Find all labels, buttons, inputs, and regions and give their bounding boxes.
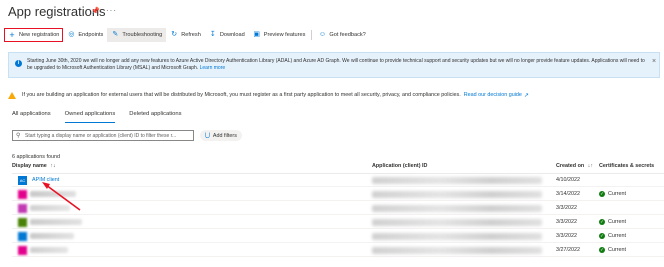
endpoints-button[interactable]: ◎ Endpoints (63, 28, 107, 42)
cert-status-label: Current (608, 191, 626, 197)
plus-icon: + (9, 30, 15, 40)
cert-status-label: Current (608, 247, 626, 253)
app-tabs: All applications Owned applications Dele… (12, 111, 195, 123)
troubleshooting-label: Troubleshooting (122, 32, 163, 38)
search-icon: ⚲ (16, 133, 21, 139)
preview-features-label: Preview features (263, 32, 306, 38)
learn-more-link[interactable]: Learn more (200, 65, 226, 71)
preview-features-button[interactable]: ▣ Preview features (249, 28, 310, 42)
endpoints-label: Endpoints (78, 32, 104, 38)
column-header-created-on[interactable]: Created on ↓↑ (556, 163, 593, 169)
cert-status-label: Current (608, 233, 626, 239)
pin-icon[interactable]: 📌 (91, 8, 100, 16)
cert-status: ✓ Current (599, 247, 626, 253)
refresh-label: Refresh (181, 32, 201, 38)
table-row[interactable]: AC APIM client 4/10/2022 (12, 174, 664, 187)
troubleshooting-button[interactable]: ✎ Troubleshooting (107, 28, 167, 42)
sort-icon: ↑↓ (50, 163, 56, 169)
column-label-created-on: Created on (556, 163, 585, 169)
download-icon: ↧ (209, 31, 216, 38)
download-label: Download (219, 32, 245, 38)
new-registration-button[interactable]: + New registration (4, 28, 64, 42)
redacted-app-id (372, 233, 542, 240)
external-link-icon: ↗ (523, 92, 529, 99)
created-date: 3/3/2022 (556, 219, 577, 225)
redacted-app-id (372, 219, 542, 226)
column-header-certificates: Certificates & secrets (599, 163, 655, 169)
close-icon[interactable]: × (652, 58, 656, 65)
avatar (18, 190, 27, 199)
info-banner-text: Starting June 30th, 2020 we will no long… (27, 58, 647, 72)
refresh-button[interactable]: ↻ Refresh (166, 28, 205, 42)
info-banner: i Starting June 30th, 2020 we will no lo… (8, 52, 660, 78)
check-icon: ✓ (599, 219, 605, 225)
table-row[interactable]: 3/3/2022 ✓ Current (12, 216, 664, 229)
tab-all-applications[interactable]: All applications (12, 111, 51, 123)
new-registration-label: New registration (19, 32, 60, 38)
check-icon: ✓ (599, 247, 605, 253)
wrench-icon: ✎ (112, 31, 119, 38)
add-filter-icon: ⋃ (205, 133, 210, 139)
cert-status: ✓ Current (599, 233, 626, 239)
add-filters-label: Add filters (212, 132, 237, 139)
column-header-display-name[interactable]: Display name ↑↓ (12, 163, 56, 169)
created-date: 3/14/2022 (556, 191, 580, 197)
got-feedback-button[interactable]: ☺ Got feedback? (314, 28, 369, 42)
redacted-app-name (30, 219, 82, 225)
redacted-app-id (372, 247, 542, 254)
table-row[interactable]: 3/27/2022 ✓ Current (12, 244, 664, 257)
tab-owned-applications[interactable]: Owned applications (64, 111, 116, 123)
avatar (18, 232, 27, 241)
command-bar: + New registration ◎ Endpoints ✎ Trouble… (4, 28, 370, 42)
avatar (18, 246, 27, 255)
sort-icon: ↓↑ (587, 163, 594, 169)
table-row[interactable]: 3/3/2022 (12, 202, 664, 215)
created-date: 4/10/2022 (556, 177, 580, 183)
cert-status: ✓ Current (599, 219, 626, 225)
preview-icon: ▣ (253, 31, 261, 38)
refresh-icon: ↻ (171, 31, 178, 38)
redacted-app-name (30, 205, 70, 211)
created-date: 3/3/2022 (556, 233, 577, 239)
download-button[interactable]: ↧ Download (205, 28, 249, 42)
redacted-app-id (372, 205, 542, 212)
info-icon: i (15, 60, 22, 67)
redacted-app-name (30, 191, 76, 197)
created-date: 3/3/2022 (556, 205, 577, 211)
avatar (18, 218, 27, 227)
avatar (18, 204, 27, 213)
cert-status-label: Current (608, 219, 626, 225)
more-icon[interactable]: ··· (106, 6, 117, 15)
decision-guide-link[interactable]: Read our decision guide (464, 92, 522, 98)
redacted-app-id (372, 191, 542, 198)
feedback-icon: ☺ (318, 31, 326, 38)
check-icon: ✓ (599, 191, 605, 197)
add-filters-button[interactable]: ⋃ Add filters (200, 130, 242, 141)
search-box[interactable]: ⚲ (12, 130, 194, 141)
search-input[interactable] (25, 132, 190, 140)
toolbar-divider (311, 30, 313, 40)
avatar: AC (18, 176, 27, 185)
got-feedback-label: Got feedback? (329, 32, 366, 38)
column-header-app-id: Application (client) ID (372, 163, 428, 169)
redacted-app-id (372, 177, 542, 184)
redacted-app-name (30, 247, 68, 253)
column-label-display-name: Display name (12, 163, 47, 169)
redacted-app-name (30, 233, 74, 239)
cert-status: ✓ Current (599, 191, 626, 197)
warning-text: If you are building an application for e… (22, 92, 461, 98)
table-row[interactable]: 3/3/2022 ✓ Current (12, 230, 664, 243)
results-count: 6 applications found (12, 154, 60, 160)
globe-icon: ◎ (68, 31, 75, 38)
info-banner-message: Starting June 30th, 2020 we will no long… (27, 58, 645, 71)
warning-icon (8, 91, 16, 99)
check-icon: ✓ (599, 233, 605, 239)
table-row[interactable]: 3/14/2022 ✓ Current (12, 188, 664, 201)
created-date: 3/27/2022 (556, 247, 580, 253)
warning-message: If you are building an application for e… (8, 90, 529, 100)
tab-deleted-applications[interactable]: Deleted applications (129, 111, 181, 123)
app-name-link[interactable]: APIM client (32, 177, 59, 183)
